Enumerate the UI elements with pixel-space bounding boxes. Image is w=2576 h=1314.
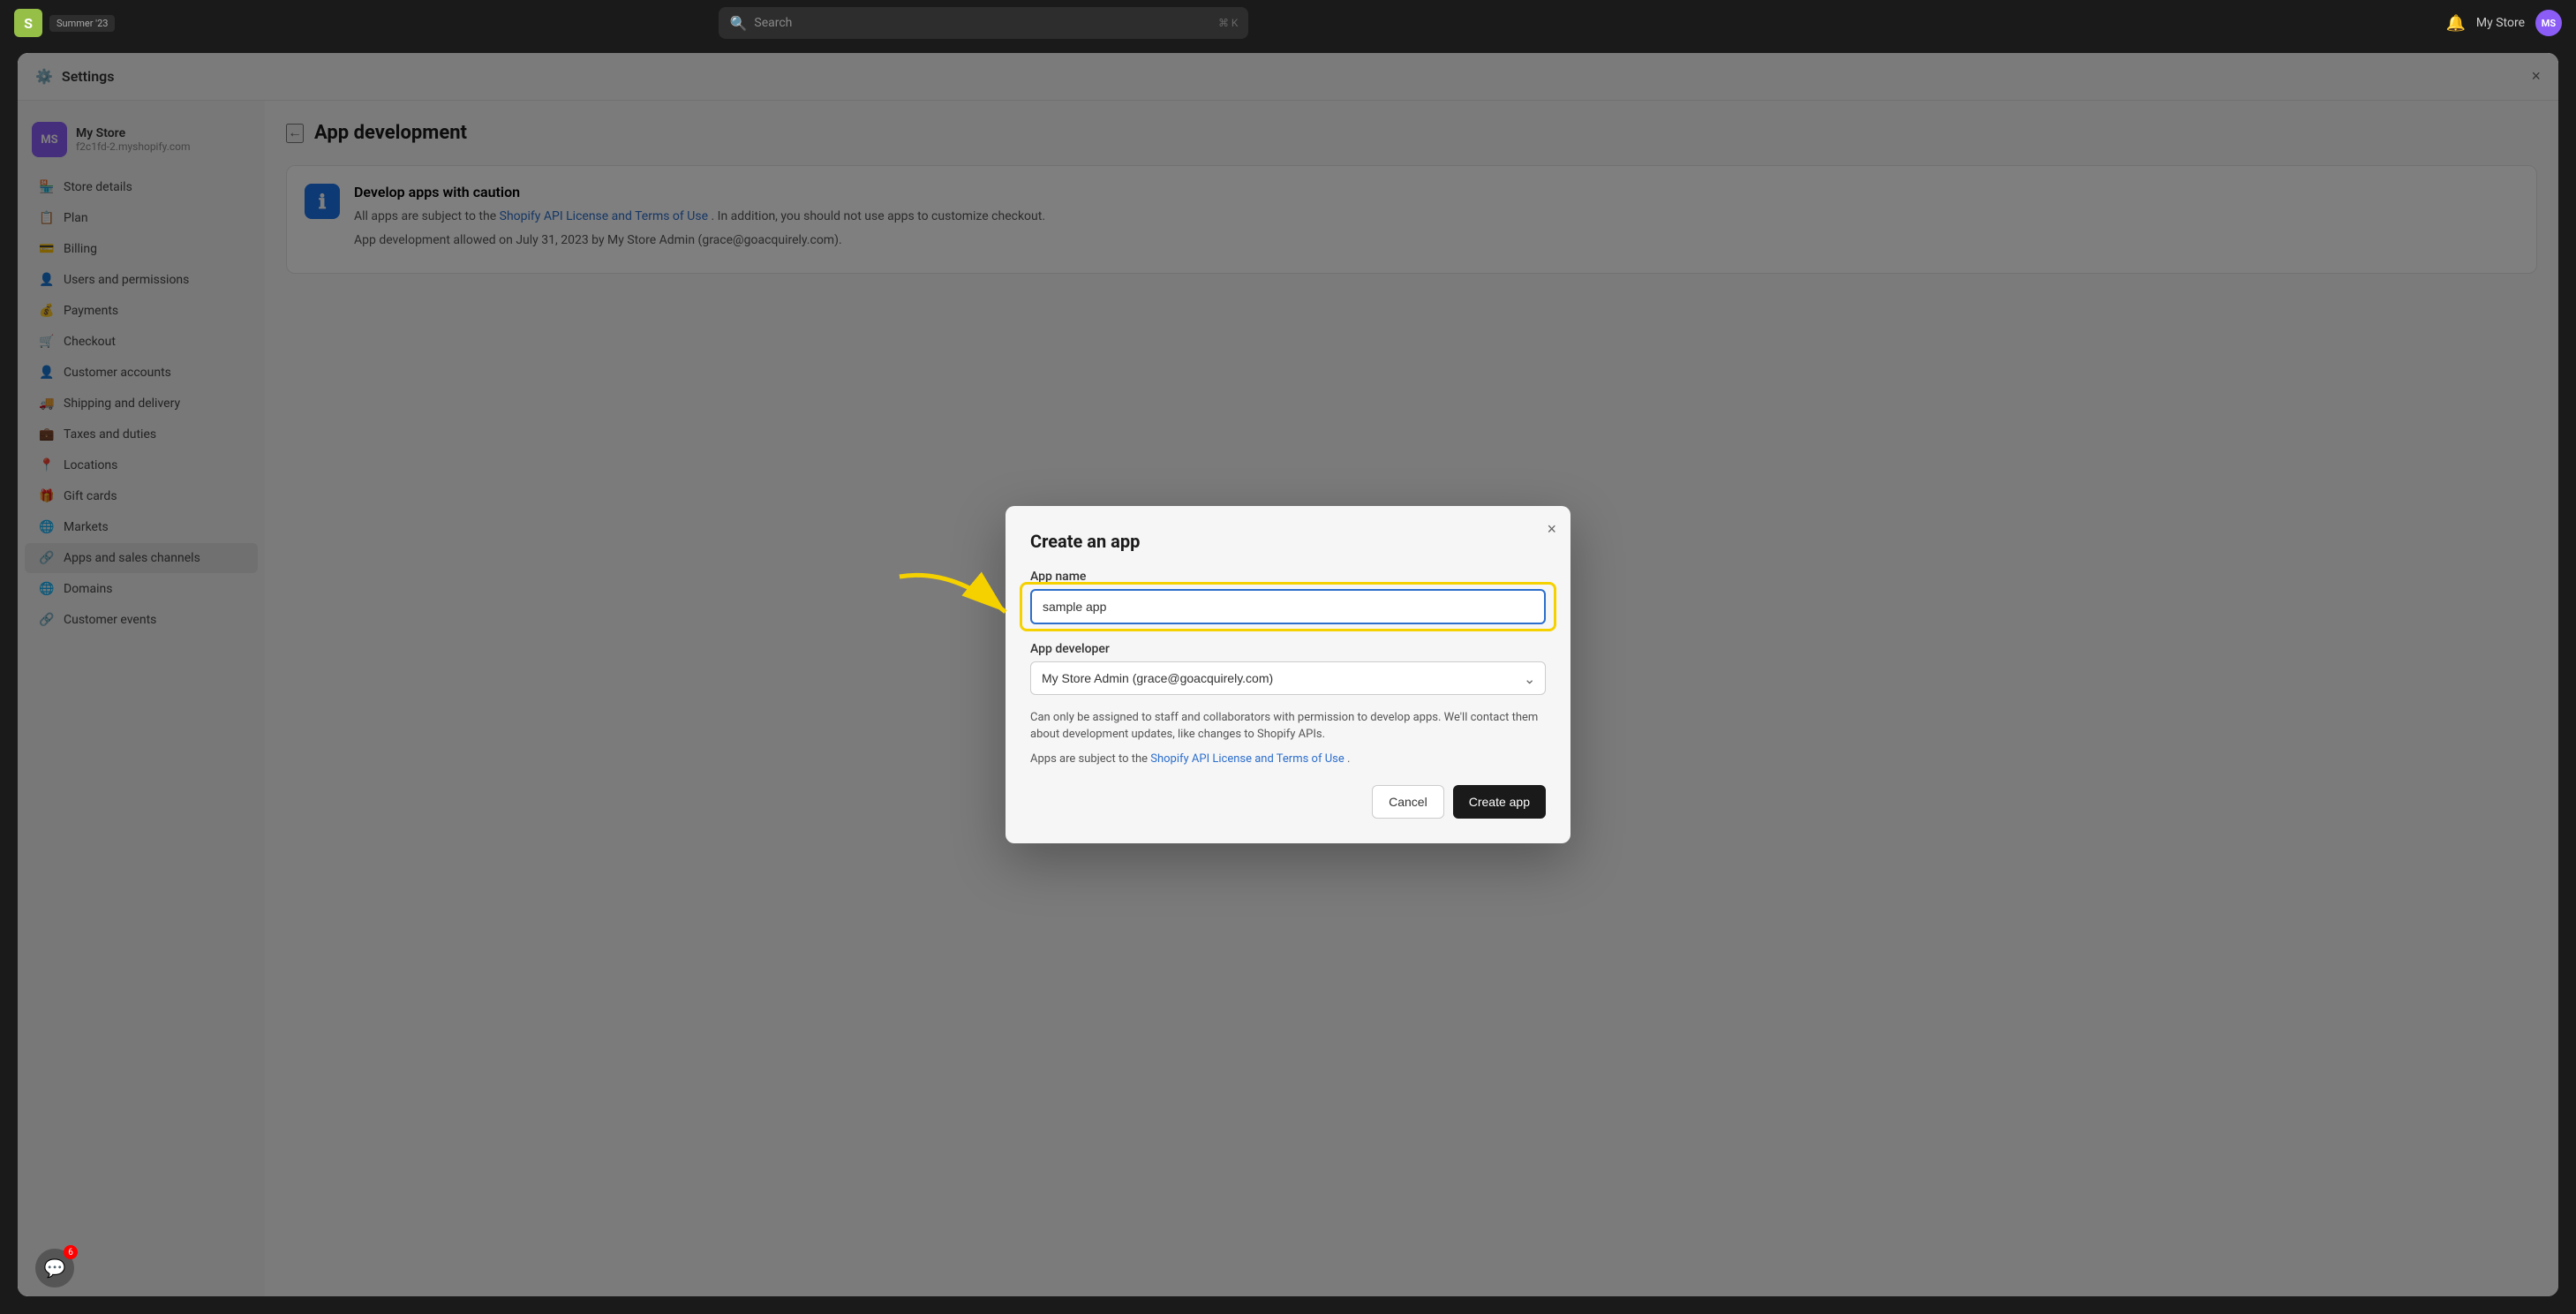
chat-notification-badge: 6	[64, 1245, 78, 1259]
shopify-logo-icon: S	[14, 9, 42, 37]
topbar-right: 🔔 My Store MS	[2445, 10, 2562, 36]
chat-button-area: 💬 6	[35, 1249, 74, 1288]
terms-link[interactable]: Shopify API License and Terms of Use	[1150, 752, 1344, 766]
terms-end: .	[1347, 752, 1350, 766]
modal-footer: Cancel Create app	[1030, 785, 1546, 819]
modal-title: Create an app	[1030, 531, 1546, 552]
app-name-label: App name	[1030, 570, 1546, 584]
summer-badge: Summer '23	[49, 15, 115, 32]
create-app-button[interactable]: Create app	[1453, 785, 1546, 819]
store-name-label: My Store	[2476, 16, 2525, 30]
app-name-form-group: App name	[1030, 570, 1546, 624]
terms-pre: Apps are subject to the	[1030, 752, 1148, 766]
app-developer-label: App developer	[1030, 642, 1546, 656]
modal-overlay[interactable]: Create an app × App name App de	[18, 53, 2558, 1296]
app-developer-select[interactable]: My Store Admin (grace@goacquirely.com)	[1030, 661, 1546, 695]
logo-area: S Summer '23	[14, 9, 115, 37]
user-avatar[interactable]: MS	[2535, 10, 2562, 36]
notification-bell-icon[interactable]: 🔔	[2445, 14, 2465, 33]
search-icon: 🔍	[729, 15, 747, 32]
app-developer-select-wrapper: My Store Admin (grace@goacquirely.com)	[1030, 661, 1546, 695]
search-shortcut: ⌘ K	[1218, 17, 1239, 29]
chat-button-wrapper: 💬 6	[35, 1249, 74, 1288]
app-developer-form-group: App developer My Store Admin (grace@goac…	[1030, 642, 1546, 695]
terms-text: Apps are subject to the Shopify API Lice…	[1030, 751, 1546, 768]
search-bar[interactable]: 🔍 Search ⌘ K	[719, 7, 1248, 39]
modal-close-button[interactable]: ×	[1547, 520, 1556, 539]
helper-text: Can only be assigned to staff and collab…	[1030, 709, 1546, 744]
search-placeholder: Search	[754, 16, 792, 30]
app-name-input[interactable]	[1030, 589, 1546, 624]
create-app-modal: Create an app × App name App de	[1006, 506, 1570, 844]
topbar: S Summer '23 🔍 Search ⌘ K 🔔 My Store MS	[0, 0, 2576, 46]
cancel-button[interactable]: Cancel	[1372, 785, 1444, 819]
